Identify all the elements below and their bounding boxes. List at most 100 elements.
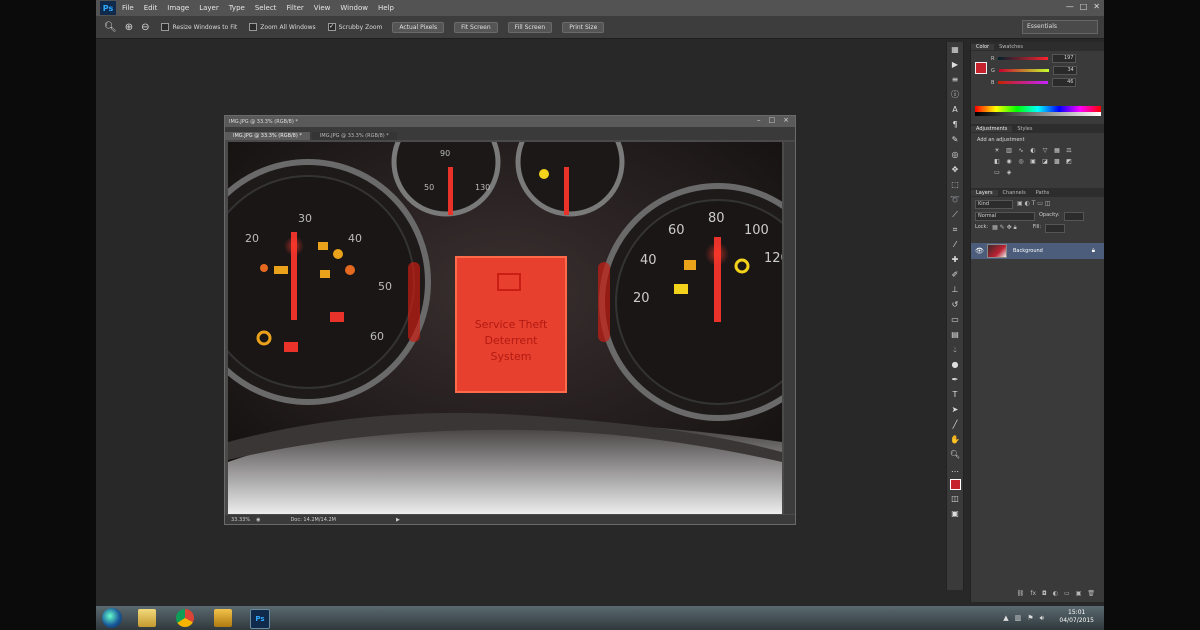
doc-tab-1[interactable]: IMG.JPG @ 33.3% (RGB/8) * <box>225 132 310 140</box>
close-button[interactable]: ✕ <box>1093 2 1100 11</box>
doc-close-button[interactable]: × <box>783 116 789 124</box>
green-value[interactable]: 34 <box>1052 66 1077 75</box>
filter-icons[interactable]: ▣ ◐ T ▭ ◫ <box>1017 200 1077 207</box>
paragraph-icon[interactable]: ¶ <box>949 119 961 131</box>
gradient-icon[interactable]: ▤ <box>949 329 961 341</box>
tray-arrow-icon[interactable]: ▲ <box>1003 614 1008 623</box>
doc-minimize-button[interactable]: – <box>757 116 761 124</box>
opacity-field[interactable] <box>1063 212 1084 221</box>
foreground-swatch[interactable] <box>975 62 987 74</box>
quick-select-icon[interactable]: ⟋ <box>949 209 961 221</box>
history-icon[interactable]: ▦ <box>949 44 961 56</box>
blend-mode-select[interactable]: Normal <box>975 212 1035 221</box>
photoshop-taskbar-icon[interactable]: Ps <box>250 609 270 629</box>
status-arrow-icon[interactable]: ▶ <box>396 517 400 523</box>
brush-presets-icon[interactable]: ✎ <box>949 134 961 146</box>
quick-mask-icon[interactable]: ◫ <box>949 493 961 505</box>
curves-icon[interactable]: ∿ <box>1017 147 1025 154</box>
dodge-tool-icon[interactable]: ● <box>949 359 961 371</box>
resize-windows-check[interactable]: Resize Windows to Fit <box>161 23 237 31</box>
maximize-button[interactable]: □ <box>1080 2 1088 11</box>
lasso-tool-icon[interactable]: ➰ <box>949 194 961 206</box>
layer-background[interactable]: 👁︎ Background 🔒︎ <box>971 243 1104 259</box>
type-tool-icon[interactable]: T <box>949 389 961 401</box>
menu-file[interactable]: File <box>122 4 134 12</box>
path-select-icon[interactable]: ➤ <box>949 404 961 416</box>
info-icon[interactable]: ⓘ <box>949 89 961 101</box>
link-layers-icon[interactable]: ⛓ <box>1017 590 1025 600</box>
fit-screen-button[interactable]: Fit Screen <box>454 21 498 33</box>
lock-icons[interactable]: ▦ ✎ ✥ 🔒︎ <box>992 224 1017 233</box>
hue-saturation-icon[interactable]: ▦ <box>1053 147 1061 154</box>
menu-type[interactable]: Type <box>229 4 245 12</box>
volume-icon[interactable]: 🔊︎ <box>1040 614 1044 623</box>
new-layer-icon[interactable]: ▣ <box>1076 590 1082 600</box>
zoom-tool-icon[interactable]: 🔍︎ <box>104 22 117 33</box>
fill-screen-button[interactable]: Fill Screen <box>507 21 553 33</box>
menu-help[interactable]: Help <box>378 4 394 12</box>
crop-tool-icon[interactable]: ⌗ <box>949 224 961 236</box>
fx-icon[interactable]: fx <box>1030 590 1036 600</box>
tab-styles[interactable]: Styles <box>1012 126 1037 132</box>
zoom-level[interactable]: 33.33% <box>231 517 250 523</box>
blur-tool-icon[interactable]: 💧︎ <box>949 344 961 356</box>
move-tool-icon[interactable]: ✥ <box>949 164 961 176</box>
black-white-icon[interactable]: ◧ <box>993 158 1001 165</box>
foreground-color-icon[interactable] <box>949 479 961 490</box>
print-size-button[interactable]: Print Size <box>562 21 605 33</box>
selective-color-icon[interactable]: ◈ <box>1005 169 1013 176</box>
workspace-select[interactable]: Essentials <box>1022 20 1098 34</box>
flag-icon[interactable]: ⚑ <box>1027 614 1033 623</box>
clock[interactable]: 15:01 04/07/2015 <box>1059 609 1094 625</box>
hand-tool-icon[interactable]: ✋ <box>949 434 961 446</box>
brush-tool-icon[interactable]: ✐ <box>949 269 961 281</box>
eyedropper-icon[interactable]: ⁄ <box>949 239 961 251</box>
actions-icon[interactable]: ▶ <box>949 59 961 71</box>
delete-layer-icon[interactable]: 🗑︎ <box>1087 590 1095 600</box>
stamp-tool-icon[interactable]: ⊥ <box>949 284 961 296</box>
scrubby-zoom-check[interactable]: ✓ Scrubby Zoom <box>327 23 382 31</box>
character-icon[interactable]: A <box>949 104 961 116</box>
menu-window[interactable]: Window <box>340 4 368 12</box>
pen-tool-icon[interactable]: ✒ <box>949 374 961 386</box>
minimize-button[interactable]: — <box>1066 2 1074 11</box>
media-player-icon[interactable] <box>214 609 232 627</box>
zoom-out-icon[interactable]: ⊖ <box>141 22 149 33</box>
menu-layer[interactable]: Layer <box>199 4 219 12</box>
history-brush-icon[interactable]: ↺ <box>949 299 961 311</box>
red-value[interactable]: 197 <box>1052 54 1077 63</box>
zoom-tool-panel-icon[interactable]: 🔍︎ <box>949 449 961 461</box>
color-spectrum[interactable] <box>975 106 1101 116</box>
brightness-icon[interactable]: ☀ <box>993 147 1001 154</box>
status-menu-icon[interactable]: ◉ <box>256 517 260 523</box>
new-group-icon[interactable]: ▭ <box>1064 590 1070 600</box>
menu-view[interactable]: View <box>314 4 331 12</box>
tab-color[interactable]: Color <box>971 43 995 50</box>
photo-filter-icon[interactable]: ◉ <box>1005 158 1013 165</box>
zoom-all-windows-check[interactable]: Zoom All Windows <box>249 23 316 31</box>
fill-field[interactable] <box>1045 224 1066 233</box>
start-button-icon[interactable] <box>102 608 122 628</box>
healing-brush-icon[interactable]: ✚ <box>949 254 961 266</box>
invert-icon[interactable]: ◪ <box>1041 158 1049 165</box>
threshold-icon[interactable]: ◩ <box>1065 158 1073 165</box>
tab-layers[interactable]: Layers <box>971 189 998 196</box>
menu-edit[interactable]: Edit <box>144 4 158 12</box>
explorer-icon[interactable] <box>138 609 156 627</box>
tab-channels[interactable]: Channels <box>998 190 1031 196</box>
color-balance-icon[interactable]: ⚖ <box>1065 147 1073 154</box>
levels-icon[interactable]: ▥ <box>1005 147 1013 154</box>
tab-swatches[interactable]: Swatches <box>994 44 1028 50</box>
blue-slider[interactable] <box>998 81 1049 84</box>
exposure-icon[interactable]: ◐ <box>1029 147 1037 154</box>
kind-filter[interactable]: Kind <box>975 200 1013 209</box>
eraser-icon[interactable]: ▭ <box>949 314 961 326</box>
posterize-icon[interactable]: ▩ <box>1053 158 1061 165</box>
gradient-map-icon[interactable]: ▭ <box>993 169 1001 176</box>
add-mask-icon[interactable]: ◘ <box>1042 590 1047 600</box>
chrome-icon[interactable] <box>176 609 194 627</box>
canvas-scrollbar[interactable] <box>784 142 795 514</box>
shape-tool-icon[interactable]: ╱ <box>949 419 961 431</box>
actual-pixels-button[interactable]: Actual Pixels <box>392 21 445 33</box>
color-lookup-icon[interactable]: ▣ <box>1029 158 1037 165</box>
